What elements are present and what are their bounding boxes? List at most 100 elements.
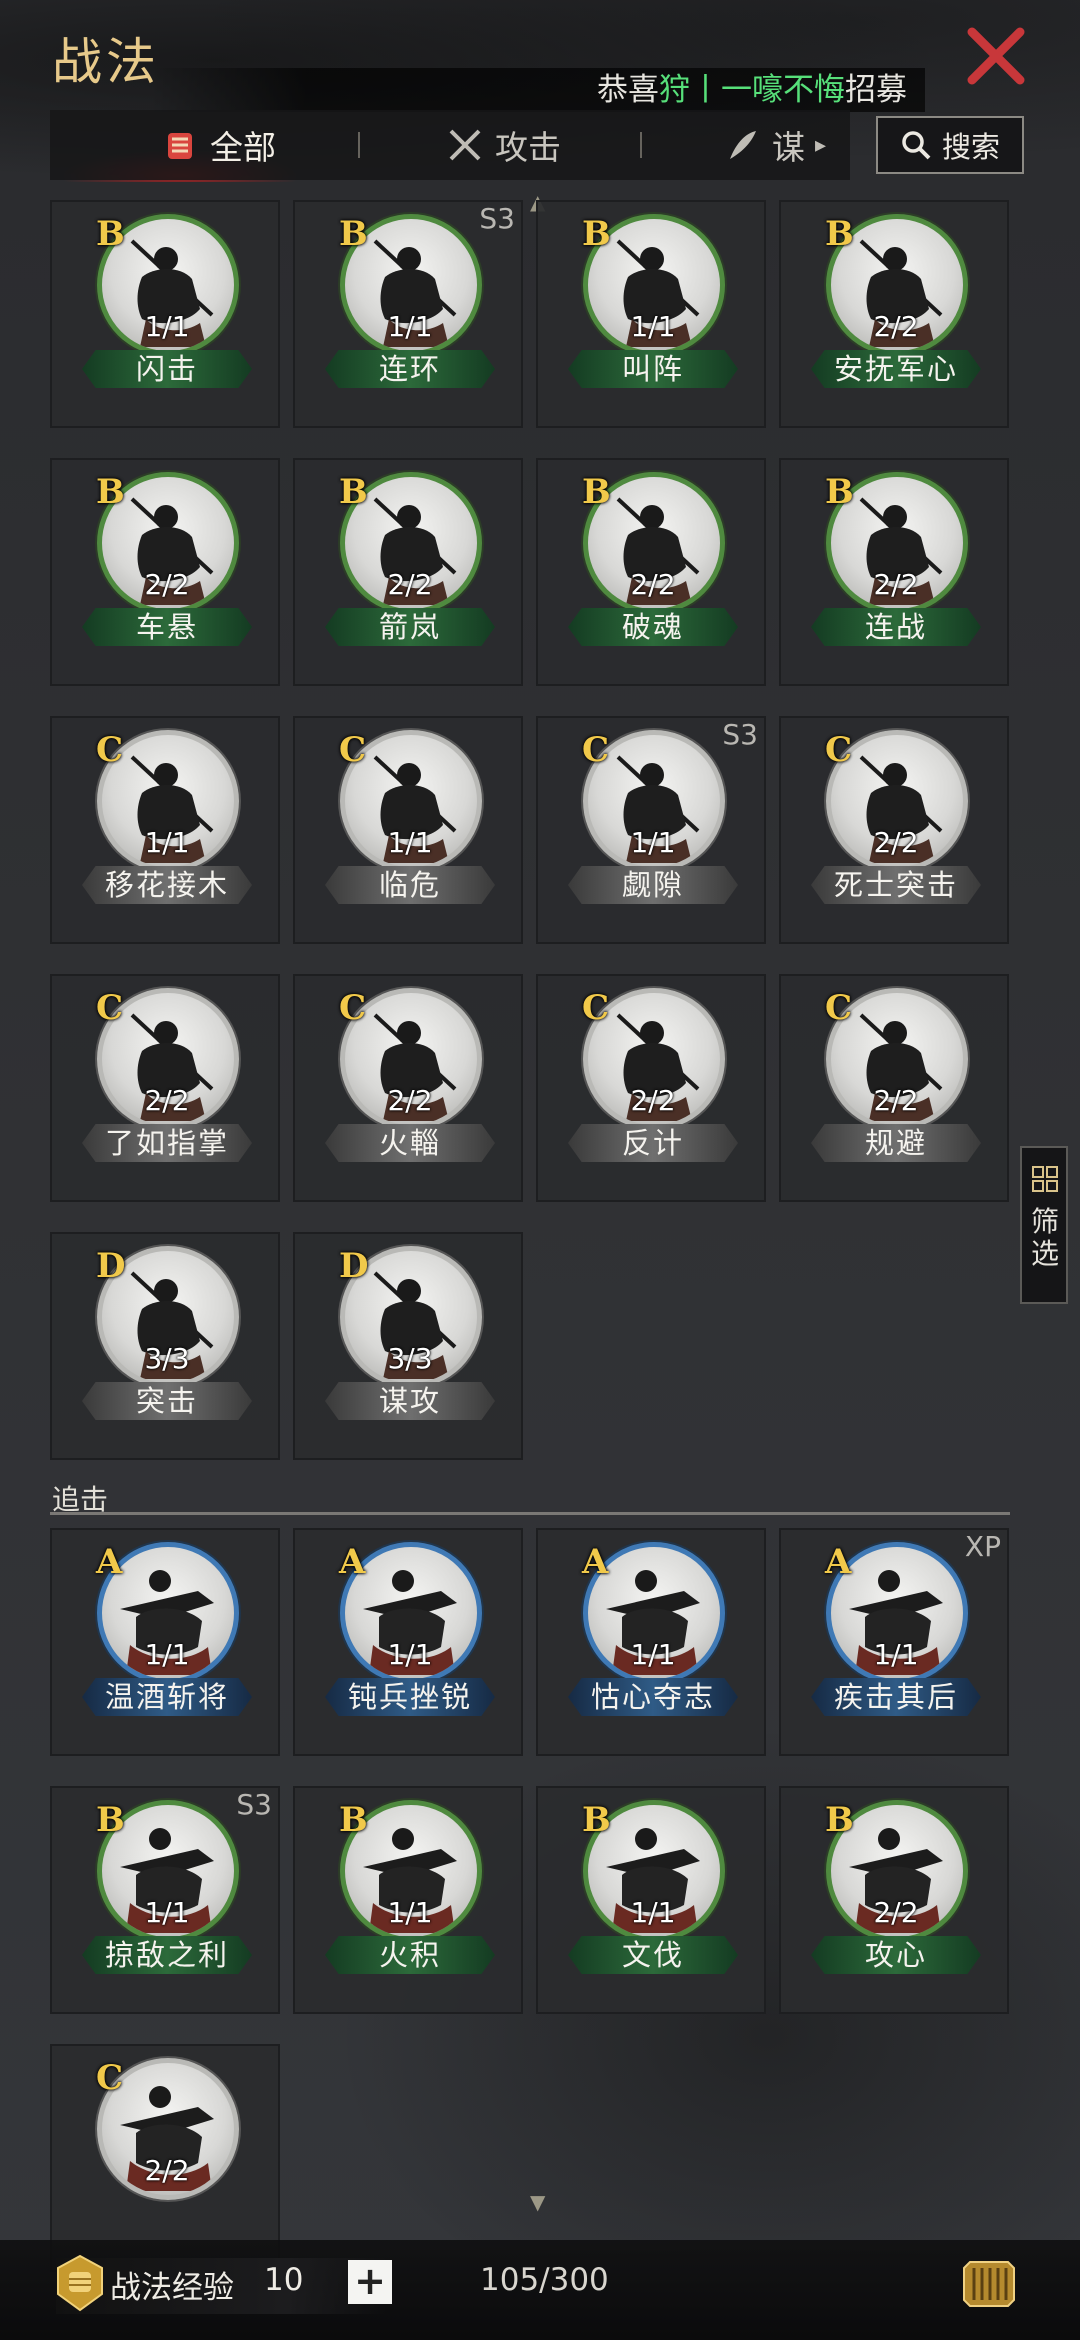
- grade-badge: B: [96, 472, 125, 512]
- skill-count: 2/2: [873, 826, 919, 859]
- tab-strategy[interactable]: 谋 ▸: [722, 110, 826, 180]
- skill-count: 3/3: [387, 1342, 433, 1375]
- skill-count: 2/2: [387, 1084, 433, 1117]
- skill-count: 2/2: [630, 1084, 676, 1117]
- skill-count: 2/2: [144, 2154, 190, 2187]
- skill-card[interactable]: B 2/2 安抚军心: [779, 200, 1009, 428]
- scroll-bag-button[interactable]: [956, 2250, 1022, 2316]
- grade-badge: B: [339, 214, 368, 254]
- skill-count: 2/2: [387, 568, 433, 601]
- skill-name: 突击: [82, 1382, 252, 1420]
- grade-badge: B: [339, 472, 368, 512]
- grade-badge: C: [825, 730, 853, 770]
- ticker-prefix: 恭喜: [597, 72, 659, 108]
- grade-badge: C: [582, 988, 610, 1028]
- skill-name: 火积: [325, 1936, 495, 1974]
- skill-count: 1/1: [387, 1896, 433, 1929]
- skill-name: 觑隙: [568, 866, 738, 904]
- fist-medal-icon: [57, 2254, 103, 2312]
- skill-count: 1/1: [387, 826, 433, 859]
- skill-card[interactable]: D 3/3 谋攻: [293, 1232, 523, 1460]
- grade-badge: B: [582, 214, 611, 254]
- skill-card[interactable]: C 2/2 了如指掌: [50, 974, 280, 1202]
- skill-name: 疾击其后: [811, 1678, 981, 1716]
- tab-attack[interactable]: 攻击: [445, 110, 561, 180]
- season-tag: XP: [964, 1530, 1001, 1563]
- skill-count: 2/2: [873, 1896, 919, 1929]
- skill-count: 1/1: [873, 1638, 919, 1671]
- skill-name: 了如指掌: [82, 1124, 252, 1162]
- skill-count: 2/2: [144, 568, 190, 601]
- skill-name: 文伐: [568, 1936, 738, 1974]
- grade-badge: B: [339, 1800, 368, 1840]
- skill-name: 怙心夺志: [568, 1678, 738, 1716]
- grade-badge: D: [339, 1246, 369, 1286]
- skill-card[interactable]: A 1/1 怙心夺志: [536, 1528, 766, 1756]
- grade-badge: C: [96, 988, 124, 1028]
- skill-card[interactable]: B 1/1 火积: [293, 1786, 523, 2014]
- skill-card[interactable]: B 2/2 箭岚: [293, 458, 523, 686]
- grade-badge: D: [96, 1246, 126, 1286]
- skill-card[interactable]: C 2/2 火輜: [293, 974, 523, 1202]
- skill-card[interactable]: C 2/2 反计: [536, 974, 766, 1202]
- scroll-bag-icon: [963, 2261, 1015, 2307]
- skill-card[interactable]: C 1/1 S3 觑隙: [536, 716, 766, 944]
- skill-card[interactable]: B 1/1 S3 掠敌之利: [50, 1786, 280, 2014]
- skill-card[interactable]: A 1/1 XP 疾击其后: [779, 1528, 1009, 1756]
- skill-count: 1/1: [630, 826, 676, 859]
- skill-count: 3/3: [144, 1342, 190, 1375]
- skill-card[interactable]: C 2/2 死士突击: [779, 716, 1009, 944]
- ticker-suffix: 招募: [845, 72, 907, 108]
- tab-all-label: 全部: [210, 128, 276, 167]
- skill-card[interactable]: C 1/1 移花接木: [50, 716, 280, 944]
- skill-count: 1/1: [144, 1896, 190, 1929]
- grade-badge: B: [582, 472, 611, 512]
- skill-card[interactable]: A 1/1 温酒斩将: [50, 1528, 280, 1756]
- tab-bar: 全部 攻击 谋 ▸: [50, 110, 850, 180]
- tab-all[interactable]: 全部: [160, 110, 276, 180]
- grade-badge: C: [96, 2058, 124, 2098]
- skill-name: 谋攻: [325, 1382, 495, 1420]
- season-tag: S3: [479, 202, 515, 235]
- grade-badge: C: [825, 988, 853, 1028]
- search-button[interactable]: 搜索: [876, 116, 1024, 174]
- skill-card[interactable]: B 2/2 破魂: [536, 458, 766, 686]
- grade-badge: B: [825, 214, 854, 254]
- skill-card[interactable]: D 3/3 突击: [50, 1232, 280, 1460]
- add-exp-button[interactable]: +: [348, 2260, 392, 2304]
- close-button[interactable]: [964, 24, 1028, 88]
- grade-badge: A: [582, 1542, 609, 1582]
- skill-card[interactable]: C 2/2: [50, 2044, 280, 2272]
- skill-name: 掠敌之利: [82, 1936, 252, 1974]
- skill-card[interactable]: B 2/2 攻心: [779, 1786, 1009, 2014]
- skill-card[interactable]: B 2/2 连战: [779, 458, 1009, 686]
- skill-card[interactable]: B 1/1 闪击: [50, 200, 280, 428]
- skill-name: 安抚军心: [811, 350, 981, 388]
- skill-count: 2/2: [873, 1084, 919, 1117]
- grade-badge: B: [96, 1800, 125, 1840]
- tab-strategy-label: 谋: [772, 128, 805, 167]
- skill-name: 闪击: [82, 350, 252, 388]
- skill-card[interactable]: B 1/1 叫阵: [536, 200, 766, 428]
- skill-count: 1/1: [144, 1638, 190, 1671]
- season-tag: S3: [236, 1788, 272, 1821]
- skill-card[interactable]: B 2/2 车悬: [50, 458, 280, 686]
- skill-count: 1/1: [630, 1896, 676, 1929]
- skill-name: 箭岚: [325, 608, 495, 646]
- skill-card[interactable]: C 2/2 规避: [779, 974, 1009, 1202]
- grade-badge: A: [825, 1542, 852, 1582]
- ticker-skill: 一嚎不悔: [721, 72, 845, 108]
- filter-button[interactable]: 筛选: [1020, 1146, 1068, 1304]
- skill-count: 2/2: [630, 568, 676, 601]
- skill-card[interactable]: A 1/1 钝兵挫锐: [293, 1528, 523, 1756]
- skill-card[interactable]: B 1/1 S3 连环: [293, 200, 523, 428]
- skill-name: 移花接木: [82, 866, 252, 904]
- skill-card[interactable]: B 1/1 文伐: [536, 1786, 766, 2014]
- grade-badge: A: [96, 1542, 123, 1582]
- exp-progress: 105/300: [480, 2262, 609, 2298]
- skill-name: 临危: [325, 866, 495, 904]
- page-title: 战法: [52, 33, 160, 91]
- grade-badge: B: [825, 472, 854, 512]
- skill-name: 车悬: [82, 608, 252, 646]
- skill-card[interactable]: C 1/1 临危: [293, 716, 523, 944]
